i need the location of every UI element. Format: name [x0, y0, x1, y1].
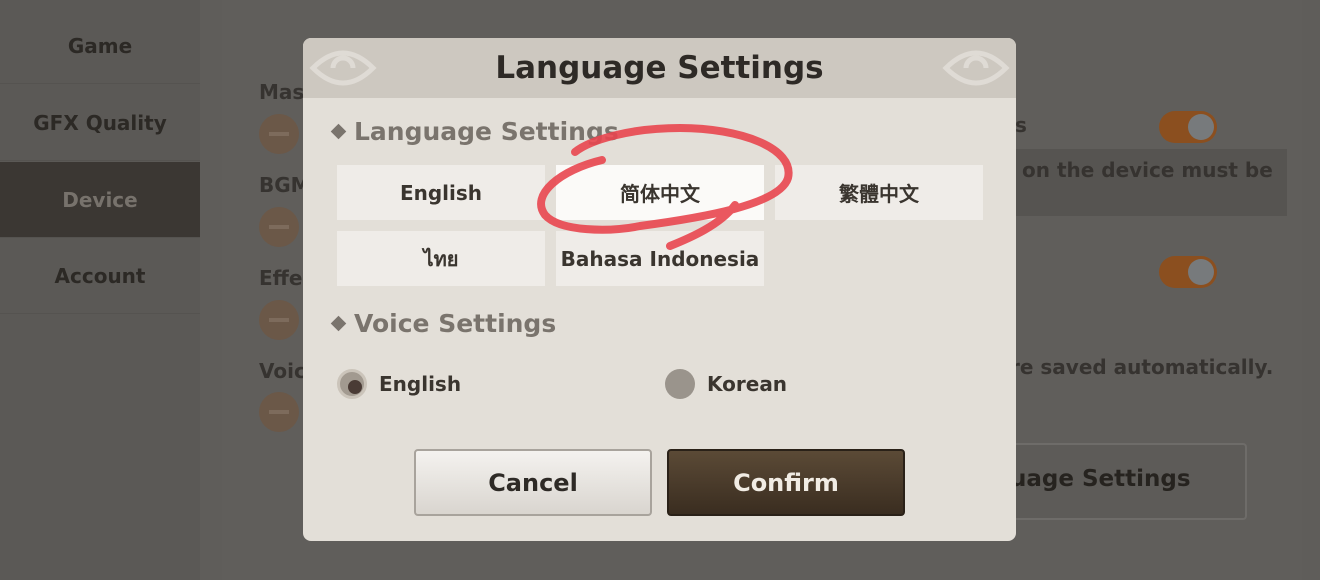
- effect-volume-label: Effe: [259, 266, 303, 290]
- voice-volume-label: Voic: [259, 359, 306, 383]
- sidebar-item-label: Game: [67, 33, 133, 58]
- sidebar-item-gfx-quality[interactable]: GFX Quality: [0, 85, 200, 161]
- voice-label: Korean: [707, 372, 788, 396]
- toggle-switch-2[interactable]: [1159, 256, 1217, 288]
- sidebar-item-game[interactable]: Game: [0, 8, 200, 84]
- settings-sidebar: Game GFX Quality Device Account: [0, 0, 200, 580]
- voice-label: English: [379, 372, 462, 396]
- section-label: Voice Settings: [354, 309, 557, 338]
- language-settings-button-label: uage Settings: [1010, 466, 1191, 492]
- dialog-title: Language Settings: [495, 50, 824, 86]
- language-label: 繁體中文: [839, 182, 919, 206]
- voice-section-heading: Voice Settings: [330, 309, 557, 338]
- sidebar-item-label: Account: [54, 263, 146, 288]
- toggle-switch-1[interactable]: [1159, 111, 1217, 143]
- language-option-english[interactable]: English: [337, 165, 545, 220]
- sidebar-item-label: Device: [62, 187, 138, 212]
- voice-option-korean[interactable]: Korean: [665, 369, 787, 399]
- radio-selected-icon: [337, 369, 367, 399]
- language-option-traditional-chinese[interactable]: 繁體中文: [775, 165, 983, 220]
- section-label: Language Settings: [354, 117, 619, 146]
- notice-text: on the device must be: [1022, 158, 1273, 182]
- sidebar-item-device[interactable]: Device: [0, 162, 200, 238]
- sidebar-item-account[interactable]: Account: [0, 238, 200, 314]
- language-option-bahasa-indonesia[interactable]: Bahasa Indonesia: [556, 231, 764, 286]
- language-section-heading: Language Settings: [330, 117, 619, 146]
- language-option-simplified-chinese[interactable]: 简体中文: [556, 165, 764, 220]
- master-volume-label: Mas: [259, 80, 305, 104]
- cancel-button[interactable]: Cancel: [414, 449, 652, 516]
- voice-volume-minus-button[interactable]: [259, 392, 299, 432]
- bgm-volume-minus-button[interactable]: [259, 207, 299, 247]
- master-volume-minus-button[interactable]: [259, 114, 299, 154]
- diamond-icon: [330, 123, 347, 140]
- language-label: Bahasa Indonesia: [560, 246, 760, 271]
- language-label: ไทย: [423, 246, 459, 271]
- language-label: English: [399, 180, 483, 205]
- radio-unselected-icon: [665, 369, 695, 399]
- confirm-button[interactable]: Confirm: [667, 449, 905, 516]
- voice-option-english[interactable]: English: [337, 369, 461, 399]
- sidebar-item-label: GFX Quality: [33, 110, 167, 135]
- toggle-label: s: [1015, 113, 1027, 137]
- diamond-icon: [330, 315, 347, 332]
- dialog-header: Language Settings: [303, 38, 1016, 98]
- language-option-thai[interactable]: ไทย: [337, 231, 545, 286]
- language-settings-dialog: Language Settings Language Settings Engl…: [303, 38, 1016, 541]
- ornament-icon: [309, 50, 377, 86]
- autosave-text: re saved automatically.: [1010, 355, 1274, 379]
- effect-volume-minus-button[interactable]: [259, 300, 299, 340]
- language-label: 简体中文: [620, 182, 700, 206]
- ornament-icon: [942, 50, 1010, 86]
